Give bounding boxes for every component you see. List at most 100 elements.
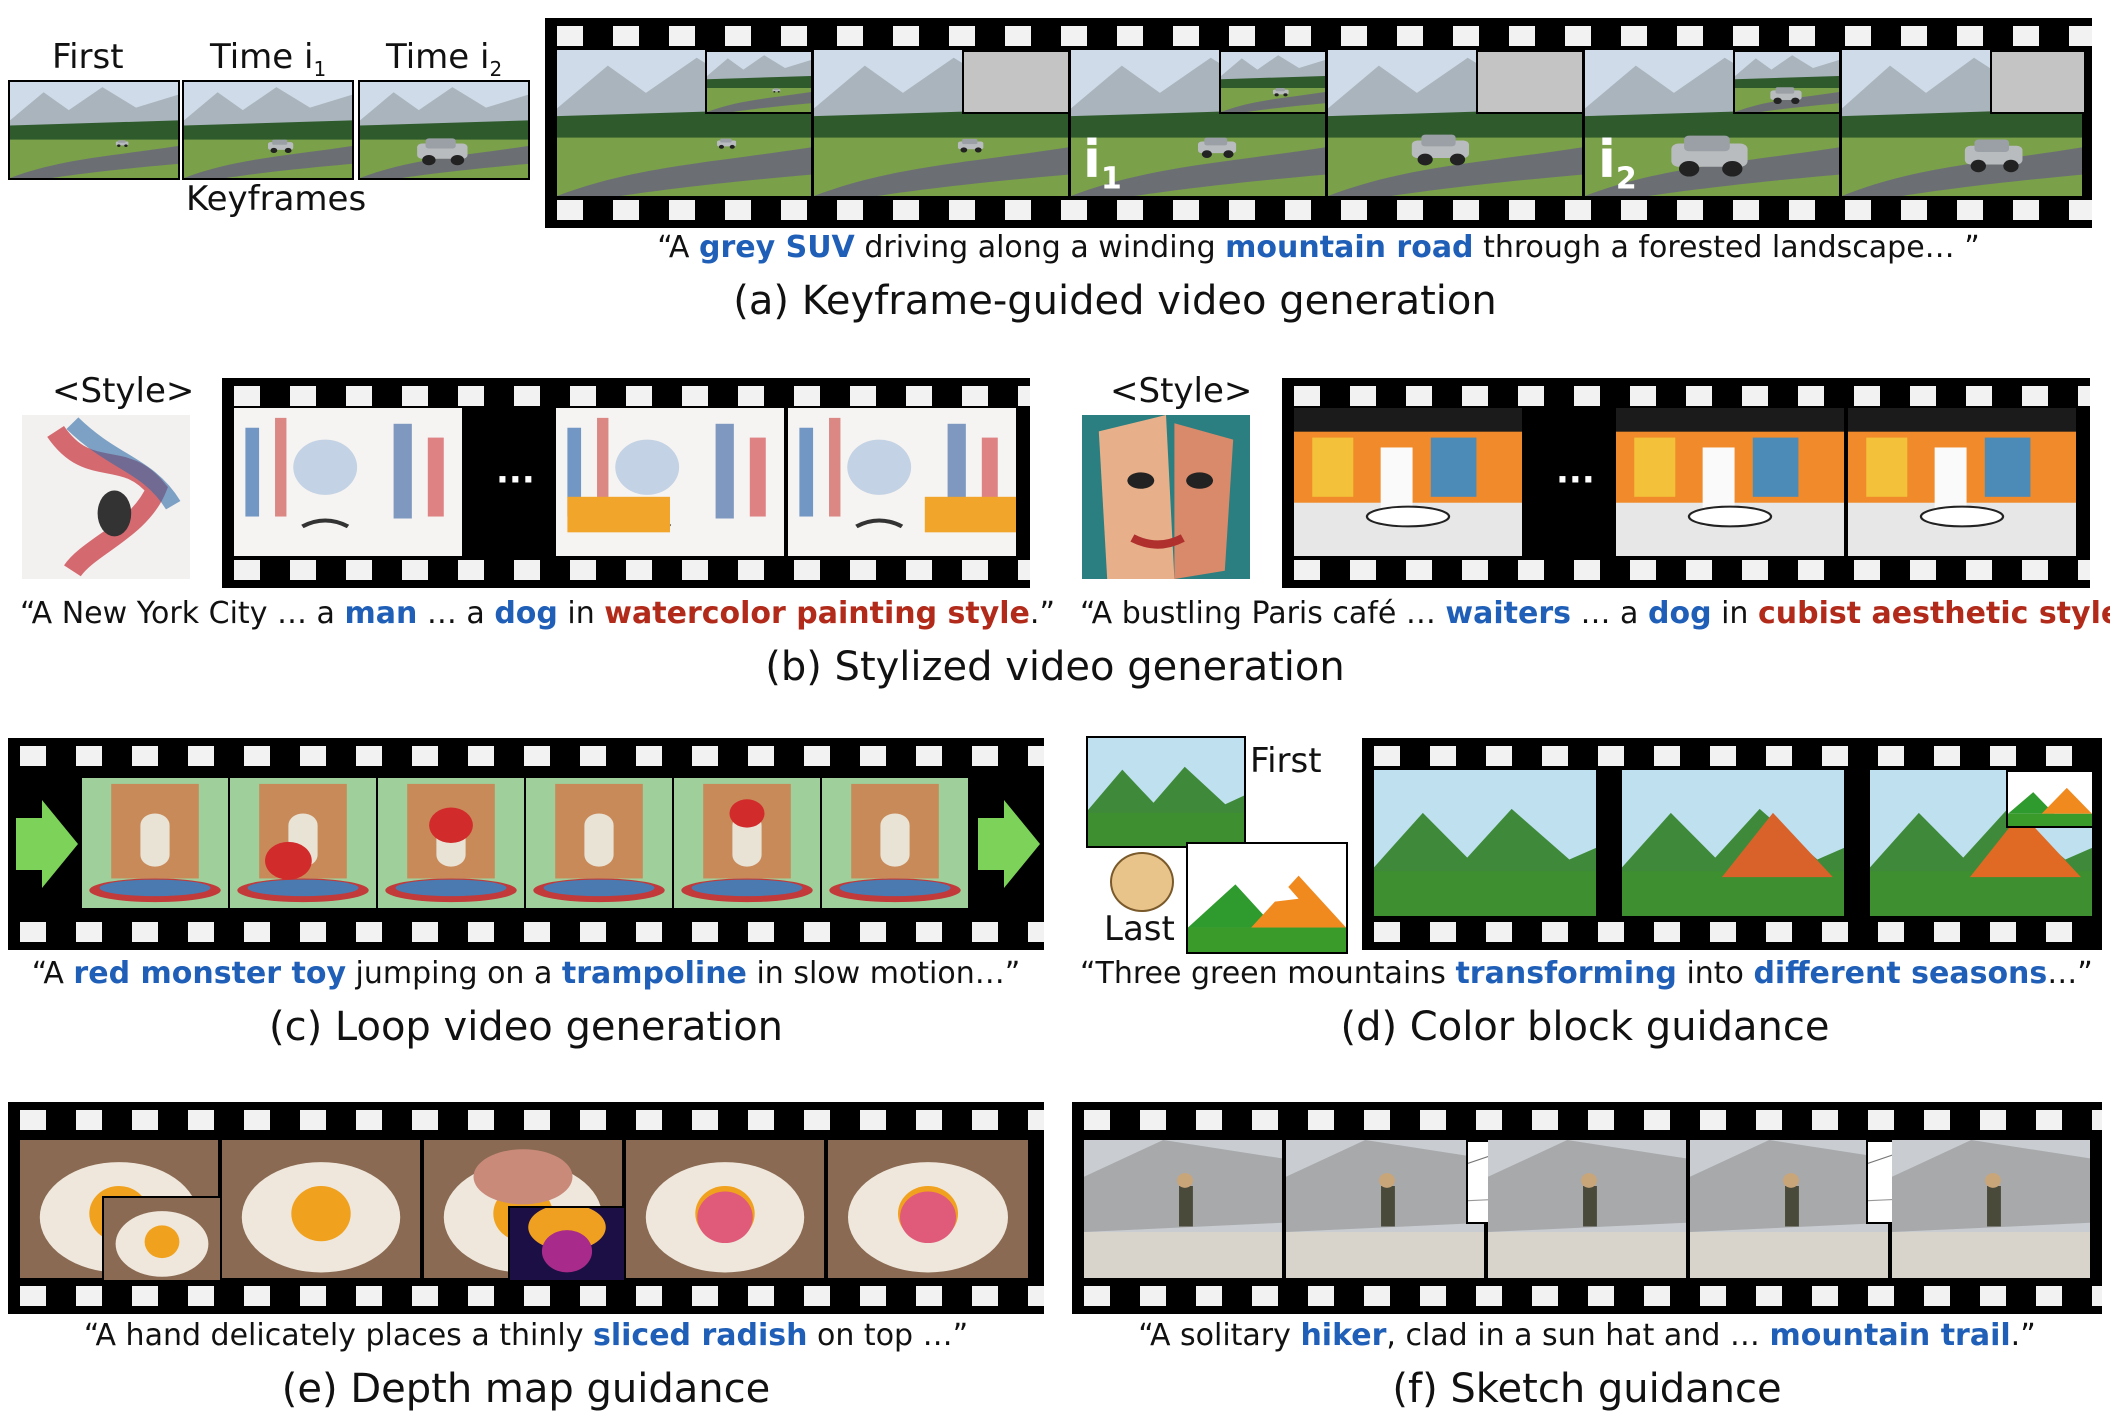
caption-b-left-text-4: .” [1029,596,1055,631]
title-f: (f) Sketch guidance [1392,1366,1782,1412]
loop-arrow-left-icon [42,800,78,888]
video-frame-b6 [1848,408,2076,556]
video-frame-c1 [82,778,228,908]
video-frame-e2 [222,1140,420,1278]
video-frame-d2 [1622,770,1844,916]
loop-arrow-left-shaft [16,818,42,870]
video-frame-f3 [1488,1140,1686,1278]
label-time-i1-text: Time i [210,37,314,77]
title-b: (b) Stylized video generation [765,644,1345,690]
video-frame-d1 [1374,770,1596,916]
title-a: (a) Keyframe-guided video generation [733,278,1497,324]
keyframe-time-i2 [358,80,530,180]
caption-c-keyword-2: trampoline [561,956,747,991]
label-time-i1-sub: 1 [313,56,327,81]
caption-b-right-style: cubist aesthetic style [1757,596,2110,631]
caption-d-keyword-1: transforming [1455,956,1677,991]
loop-arrow-right-shaft [978,818,1004,870]
caption-b-right-text-2: … a [1570,596,1648,631]
ellipsis-b-right: ··· [1556,460,1595,500]
caption-b-left-style: watercolor painting style [604,596,1030,631]
caption-b-left-text-1: “A New York City … a [20,596,345,631]
color-block-last [1186,842,1348,954]
caption-f-keyword-2: mountain trail [1769,1318,2011,1353]
video-frame-c2 [230,778,376,908]
caption-c-text-3: in slow motion…” [746,956,1021,991]
caption-d-keyword-2: different seasons [1753,956,2048,991]
title-d: (d) Color block guidance [1340,1004,1830,1050]
marker-i1-sub: 1 [1100,161,1122,197]
marker-i2-sub: 2 [1615,161,1637,197]
video-frame-f2 [1286,1140,1484,1278]
caption-f-text-2: , clad in a sun hat and … [1386,1318,1770,1353]
caption-b-right-text-1: “A bustling Paris café … [1080,596,1446,631]
caption-a-keyword-1: grey SUV [698,230,855,265]
inset-keyframe-i1 [1219,50,1327,114]
caption-b-left-text-2: … a [417,596,495,631]
inset-placeholder-gray-1 [962,50,1070,114]
caption-c-text-1: “A [31,956,74,991]
caption-e: “A hand delicately places a thinly slice… [8,1318,1044,1353]
marker-i2-text: i [1598,130,1616,190]
caption-a: “A grey SUV driving along a winding moun… [545,230,2092,265]
caption-c-keyword-1: red monster toy [73,956,346,991]
sprocket-holes-top [1282,386,2090,406]
video-frame-b5 [1616,408,1844,556]
caption-e-keyword-1: sliced radish [593,1318,808,1353]
caption-a-text-1: driving along a winding [854,230,1226,265]
video-frame-b3 [788,408,1016,556]
inset-color-block-d3 [2006,770,2094,828]
sprocket-holes-top [222,386,1030,406]
caption-f: “A solitary hiker, clad in a sun hat and… [1072,1318,2102,1353]
video-frame-e5 [828,1140,1028,1278]
inset-first-keyframe [705,50,813,114]
sprocket-holes-top [1072,1110,2102,1130]
caption-e-text-1: “A hand delicately places a thinly [83,1318,593,1353]
marker-i1: i1 [1083,130,1122,196]
label-keyframes: Keyframes [186,179,367,219]
caption-b-left-keyword-1: man [344,596,418,631]
caption-f-keyword-1: hiker [1300,1318,1387,1353]
caption-b-left-keyword-2: dog [494,596,558,631]
style-label-left: <Style> [52,371,195,411]
title-c: (c) Loop video generation [268,1004,784,1050]
keyframe-first [8,80,180,180]
inset-keyframe-i2 [1733,50,1841,114]
sprocket-holes-top [1362,746,2102,766]
sprocket-holes-top [545,26,2092,46]
caption-d-text-3: …” [2047,956,2093,991]
sprocket-holes-bottom [1362,922,2102,942]
caption-d: “Three green mountains transforming into… [1080,956,2093,991]
caption-c: “A red monster toy jumping on a trampoli… [8,956,1044,991]
video-frame-f4 [1690,1140,1888,1278]
inset-first-egg [102,1196,222,1282]
sprocket-holes-top [8,746,1044,766]
sprocket-holes-top [8,1110,1044,1130]
caption-a-keyword-2: mountain road [1225,230,1474,265]
palette-icon [1110,852,1174,912]
caption-b-right-keyword-1: waiters [1445,596,1571,631]
sprocket-holes-bottom [8,922,1044,942]
caption-f-text-3: .” [2010,1318,2036,1353]
caption-b-right-keyword-2: dog [1647,596,1712,631]
style-image-watercolor [22,415,190,579]
video-frame-e4 [626,1140,824,1278]
video-frame-b4 [1294,408,1522,556]
caption-b-left-text-3: in [557,596,605,631]
sprocket-holes-bottom [1072,1286,2102,1306]
label-time-i2-text: Time i [386,37,490,77]
video-frame-b1 [234,408,462,556]
sprocket-holes-bottom [1282,560,2090,580]
caption-e-text-2: on top …” [807,1318,969,1353]
keyframe-time-i1 [182,80,354,180]
caption-b-right: “A bustling Paris café … waiters … a dog… [1080,596,2110,631]
sprocket-holes-bottom [8,1286,1044,1306]
label-first-d: First [1250,741,1322,781]
sprocket-holes-bottom [222,560,1030,580]
color-block-first [1086,736,1246,848]
video-frame-c6 [822,778,968,908]
marker-i2: i2 [1598,130,1637,196]
video-frame-f1 [1084,1140,1282,1278]
caption-b-right-text-3: in [1711,596,1758,631]
style-image-cubist [1082,415,1250,579]
